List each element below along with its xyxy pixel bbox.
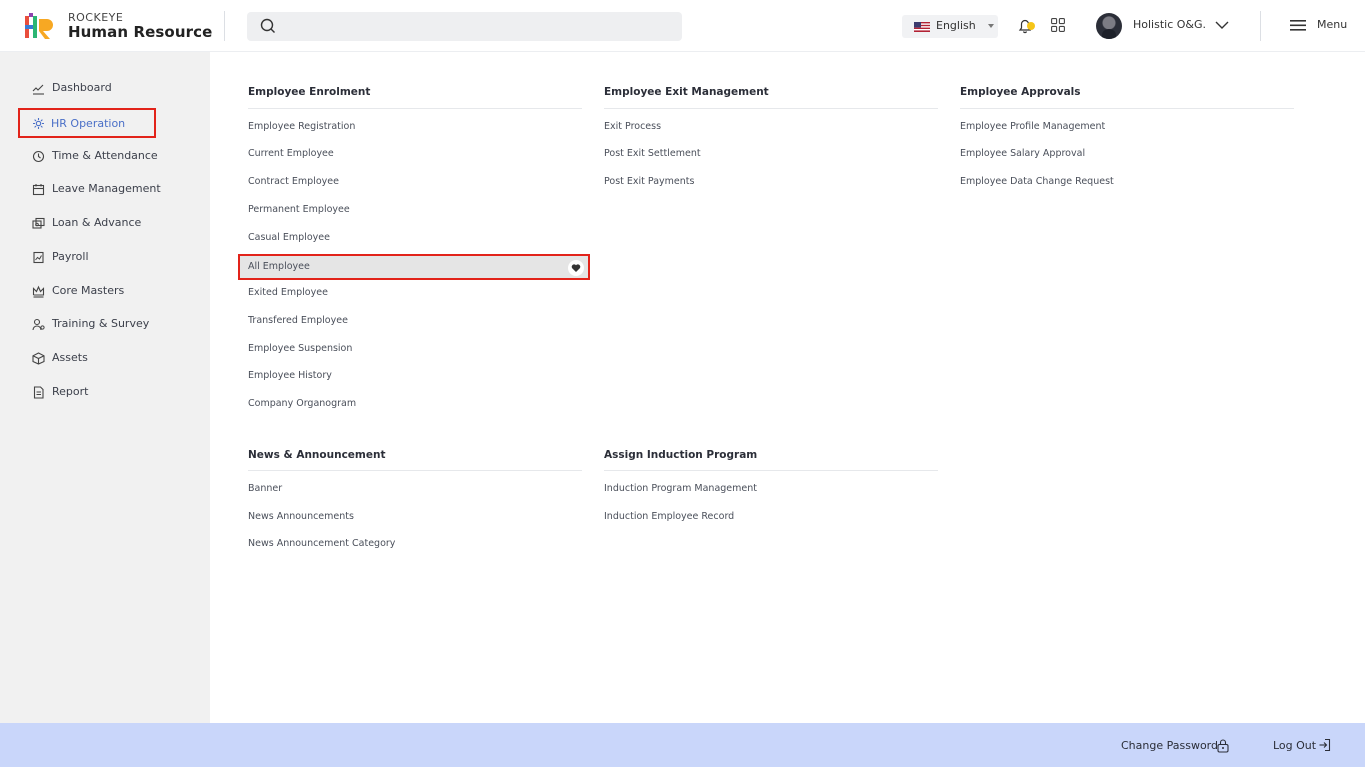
link-permanent-employee[interactable]: Permanent Employee [248,204,350,215]
search-icon [260,18,275,33]
brand-title: Human Resource [68,23,213,41]
chevron-down-icon[interactable] [1214,19,1230,31]
hr-operation-menu-panel: Employee Enrolment Employee Registration… [210,52,1365,723]
section-divider [960,108,1294,109]
link-employee-history[interactable]: Employee History [248,370,332,381]
link-label: All Employee [248,261,310,272]
sidebar-item-label: Payroll [52,250,89,263]
link-all-employee[interactable]: All Employee [238,254,590,280]
user-avatar[interactable] [1096,13,1122,39]
logout-link[interactable]: Log Out [1273,739,1316,752]
us-flag-icon [914,22,930,32]
box-icon [32,352,45,365]
dashboard-icon [32,84,44,95]
link-induction-employee-record[interactable]: Induction Employee Record [604,511,734,522]
logout-icon[interactable] [1318,738,1332,752]
sidebar-item-label: Leave Management [52,182,161,195]
link-employee-profile-management[interactable]: Employee Profile Management [960,121,1105,132]
sidebar-item-dashboard[interactable]: Dashboard [20,76,190,102]
section-divider [248,108,582,109]
sidebar-item-training-survey[interactable]: Training & Survey [20,312,190,338]
training-icon [32,318,45,331]
sidebar-item-label: Core Masters [52,284,125,297]
money-icon [32,217,45,229]
hr-operation-icon [33,118,44,129]
link-banner[interactable]: Banner [248,483,282,494]
link-employee-registration[interactable]: Employee Registration [248,121,355,132]
link-induction-program-management[interactable]: Induction Program Management [604,483,757,494]
link-company-organogram[interactable]: Company Organogram [248,398,356,409]
sidebar-item-label: Training & Survey [52,317,150,330]
sidebar-item-core-masters[interactable]: Core Masters [20,279,190,305]
link-exited-employee[interactable]: Exited Employee [248,287,328,298]
link-post-exit-payments[interactable]: Post Exit Payments [604,176,694,187]
rockeye-logo [25,13,53,39]
heart-icon [571,264,581,272]
link-post-exit-settlement[interactable]: Post Exit Settlement [604,148,701,159]
sidebar-item-label: HR Operation [51,117,126,130]
link-current-employee[interactable]: Current Employee [248,148,334,159]
hamburger-icon [1290,20,1306,31]
link-exit-process[interactable]: Exit Process [604,121,661,132]
section-divider [248,470,582,471]
link-employee-suspension[interactable]: Employee Suspension [248,343,352,354]
menu-label: Menu [1317,18,1348,31]
footer-bar: Change Password Log Out [0,723,1365,767]
sidebar-item-label: Assets [52,351,88,364]
apps-grid-icon[interactable] [1051,18,1065,32]
language-label: English [936,19,976,32]
link-contract-employee[interactable]: Contract Employee [248,176,339,187]
top-header: ROCKEYE Human Resource English Holistic … [0,0,1365,52]
section-title-assign-induction-program: Assign Induction Program [604,449,758,461]
caret-down-icon [988,24,994,28]
link-employee-data-change-request[interactable]: Employee Data Change Request [960,176,1114,187]
payroll-icon [33,251,44,264]
crown-icon [32,285,45,298]
sidebar-item-payroll[interactable]: Payroll [20,245,190,271]
calendar-icon [32,184,45,196]
link-casual-employee[interactable]: Casual Employee [248,232,330,243]
link-news-announcements[interactable]: News Announcements [248,511,354,522]
sidebar-item-label: Dashboard [52,81,112,94]
link-employee-salary-approval[interactable]: Employee Salary Approval [960,148,1085,159]
sidebar: Dashboard HR Operation Time & Attendance… [0,52,210,723]
sidebar-item-label: Time & Attendance [52,149,158,162]
sidebar-item-hr-operation[interactable]: HR Operation [18,108,156,138]
section-divider [604,108,938,109]
change-password-link[interactable]: Change Password [1121,739,1218,752]
sidebar-item-report[interactable]: Report [20,380,190,406]
sidebar-item-time-attendance[interactable]: Time & Attendance [20,144,190,170]
favorite-button[interactable] [568,260,584,276]
report-icon [33,386,44,399]
language-selector[interactable]: English [902,15,998,38]
search-bar[interactable] [247,12,682,41]
search-input[interactable] [283,16,673,37]
clock-icon [32,150,45,163]
section-title-employee-exit-management: Employee Exit Management [604,86,769,98]
sidebar-item-label: Loan & Advance [52,216,142,229]
sidebar-item-leave-management[interactable]: Leave Management [20,177,190,203]
sidebar-item-loan-advance[interactable]: Loan & Advance [20,211,190,237]
user-name[interactable]: Holistic O&G. [1133,18,1206,31]
link-news-announcement-category[interactable]: News Announcement Category [248,538,395,549]
section-title-news-announcement: News & Announcement [248,449,386,461]
section-title-employee-enrolment: Employee Enrolment [248,86,371,98]
notification-bell-icon[interactable] [1017,17,1037,35]
sidebar-item-assets[interactable]: Assets [20,346,190,372]
lock-icon[interactable] [1216,738,1230,753]
section-divider [604,470,938,471]
section-title-employee-approvals: Employee Approvals [960,86,1081,98]
link-transfered-employee[interactable]: Transfered Employee [248,315,348,326]
header-divider [224,11,225,41]
sidebar-item-label: Report [52,385,89,398]
header-divider-right [1260,11,1261,41]
